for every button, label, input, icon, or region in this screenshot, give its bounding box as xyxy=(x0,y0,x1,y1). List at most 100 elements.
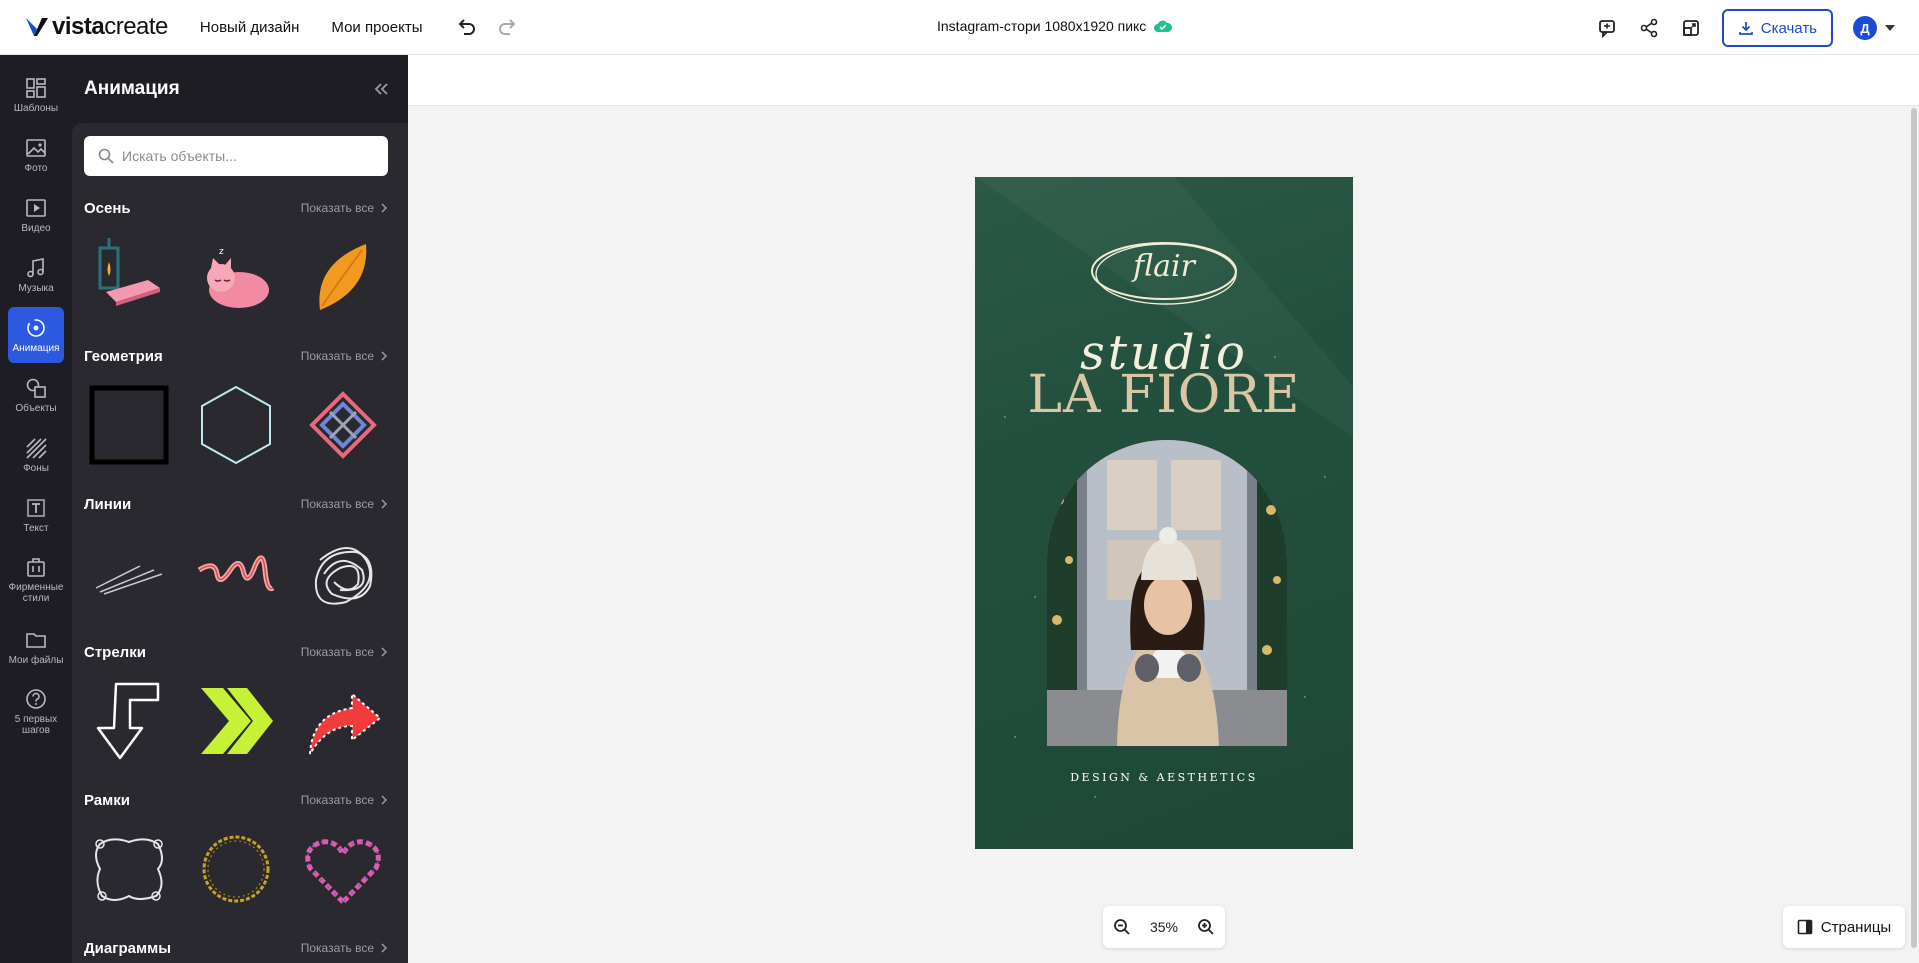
avatar: Д xyxy=(1853,16,1877,40)
redo-icon[interactable] xyxy=(497,16,519,38)
sticker-wreath[interactable] xyxy=(191,824,281,914)
collapse-panel-icon[interactable] xyxy=(372,80,390,98)
show-all-label: Показать все xyxy=(300,793,374,807)
sticker-sleeping-cat[interactable]: z xyxy=(191,232,281,322)
diamond-pattern-icon xyxy=(309,391,377,459)
video-icon xyxy=(26,198,46,217)
show-all-label: Показать все xyxy=(300,497,374,511)
sticker-doodle-frame[interactable] xyxy=(84,824,174,914)
section-frames: Рамки Показать все xyxy=(84,790,388,914)
pages-label: Страницы xyxy=(1820,918,1892,936)
rail-item-backgrounds[interactable]: Фоны xyxy=(8,427,64,483)
rail-label: Музыка xyxy=(18,282,54,294)
left-rail: Шаблоны Фото Видео Музыка Анимация Объек… xyxy=(0,55,72,963)
doodle-frame-icon xyxy=(95,838,163,901)
rail-item-my-files[interactable]: Мои файлы xyxy=(8,619,64,675)
sticker-hexagon[interactable] xyxy=(191,380,281,470)
lantern-icon xyxy=(98,238,160,306)
rail-item-brand-kit[interactable]: Фирменные стили xyxy=(8,547,64,613)
account-menu[interactable]: Д xyxy=(1853,16,1895,40)
section-title: Осень xyxy=(84,199,131,217)
zoom-control: 35% xyxy=(1103,906,1225,948)
show-all-link[interactable]: Показать все xyxy=(301,497,388,511)
resize-icon[interactable] xyxy=(1680,17,1702,39)
artboard-logo-text[interactable]: flair xyxy=(975,249,1353,284)
rail-label: Фирменные стили xyxy=(8,582,64,604)
rail-item-music[interactable]: Музыка xyxy=(8,247,64,303)
chevron-right-icon xyxy=(381,499,388,509)
rail-item-templates[interactable]: Шаблоны xyxy=(8,67,64,123)
artboard-brand-text[interactable]: LA FIORE xyxy=(975,365,1353,425)
rail-item-objects[interactable]: Объекты xyxy=(8,367,64,423)
sticker-scribble[interactable] xyxy=(298,528,388,618)
show-all-label: Показать все xyxy=(300,201,374,215)
heart-frame-icon xyxy=(305,839,381,906)
chevron-right-icon xyxy=(381,351,388,361)
rail-item-video[interactable]: Видео xyxy=(8,187,64,243)
help-icon xyxy=(26,689,46,709)
show-all-link[interactable]: Показать все xyxy=(301,645,388,659)
search-input[interactable] xyxy=(122,148,372,164)
comment-icon[interactable] xyxy=(1596,17,1618,39)
sticker-squiggle[interactable] xyxy=(191,528,281,618)
search-box[interactable] xyxy=(84,136,388,176)
rail-item-animation[interactable]: Анимация xyxy=(8,307,64,363)
arrow-down-icon xyxy=(96,682,160,760)
section-arrows: Стрелки Показать все xyxy=(84,642,388,766)
winter-portrait-image xyxy=(1047,440,1287,746)
sticker-double-chevron[interactable] xyxy=(191,676,281,766)
sticker-diamond-pattern[interactable] xyxy=(298,380,388,470)
sticker-autumn-leaf[interactable] xyxy=(298,232,388,322)
sticker-lantern-book[interactable] xyxy=(84,232,174,322)
section-lines: Линии Показать все xyxy=(84,494,388,618)
section-title: Линии xyxy=(84,495,132,513)
document-title[interactable]: Instagram-стори 1080x1920 пикс xyxy=(937,18,1173,34)
chevron-down-icon xyxy=(1885,25,1895,31)
sticker-pencil-strokes[interactable] xyxy=(84,528,174,618)
undo-icon[interactable] xyxy=(455,16,477,38)
section-title: Стрелки xyxy=(84,643,146,661)
section-title: Геометрия xyxy=(84,347,163,365)
canvas-scrollbar[interactable] xyxy=(1911,108,1917,948)
my-projects-link[interactable]: Мои проекты xyxy=(331,19,422,36)
section-diagrams: Диаграммы Показать все xyxy=(84,938,388,958)
sticker-square[interactable] xyxy=(84,380,174,470)
rail-label: Мои файлы xyxy=(8,654,64,666)
sticker-curved-red-arrow[interactable] xyxy=(298,676,388,766)
section-title: Рамки xyxy=(84,791,130,809)
section-title: Диаграммы xyxy=(84,939,172,957)
show-all-link[interactable]: Показать все xyxy=(301,349,388,363)
curved-arrow-icon xyxy=(309,691,382,755)
zoom-out-icon[interactable] xyxy=(1113,918,1131,936)
new-design-link[interactable]: Новый дизайн xyxy=(200,19,300,36)
pages-panel-icon xyxy=(1797,919,1813,935)
animation-icon xyxy=(27,318,45,337)
rail-label: Фоны xyxy=(23,462,49,474)
show-all-link[interactable]: Показать все xyxy=(301,941,388,955)
artboard-photo[interactable] xyxy=(1047,440,1287,746)
artboard-tagline[interactable]: DESIGN & AESTHETICS xyxy=(975,771,1353,784)
chevron-right-icon xyxy=(381,203,388,213)
objects-icon xyxy=(26,378,46,398)
download-label: Скачать xyxy=(1760,19,1817,37)
square-icon xyxy=(89,385,169,465)
animation-panel: Анимация Осень Показать все z xyxy=(72,55,408,963)
rail-item-photo[interactable]: Фото xyxy=(8,127,64,183)
design-artboard[interactable]: flair studio LA FIORE DESIGN & AESTHETIC… xyxy=(975,177,1353,849)
show-all-link[interactable]: Показать все xyxy=(301,201,388,215)
show-all-link[interactable]: Показать все xyxy=(301,793,388,807)
download-button[interactable]: Скачать xyxy=(1721,9,1833,47)
show-all-label: Показать все xyxy=(300,645,374,659)
sticker-down-arrow[interactable] xyxy=(84,676,174,766)
rail-label: 5 первых шагов xyxy=(14,714,58,736)
pages-button[interactable]: Страницы xyxy=(1783,906,1905,948)
rail-item-text[interactable]: Текст xyxy=(8,487,64,543)
sticker-floral-heart[interactable] xyxy=(298,824,388,914)
cloud-saved-icon xyxy=(1154,20,1173,32)
zoom-in-icon[interactable] xyxy=(1197,918,1215,936)
show-all-label: Показать все xyxy=(300,941,374,955)
vistacreate-logo[interactable]: vista create xyxy=(24,13,168,41)
share-icon[interactable] xyxy=(1638,17,1660,39)
zoom-level[interactable]: 35% xyxy=(1150,919,1178,935)
rail-item-first-steps[interactable]: 5 первых шагов xyxy=(8,679,64,745)
